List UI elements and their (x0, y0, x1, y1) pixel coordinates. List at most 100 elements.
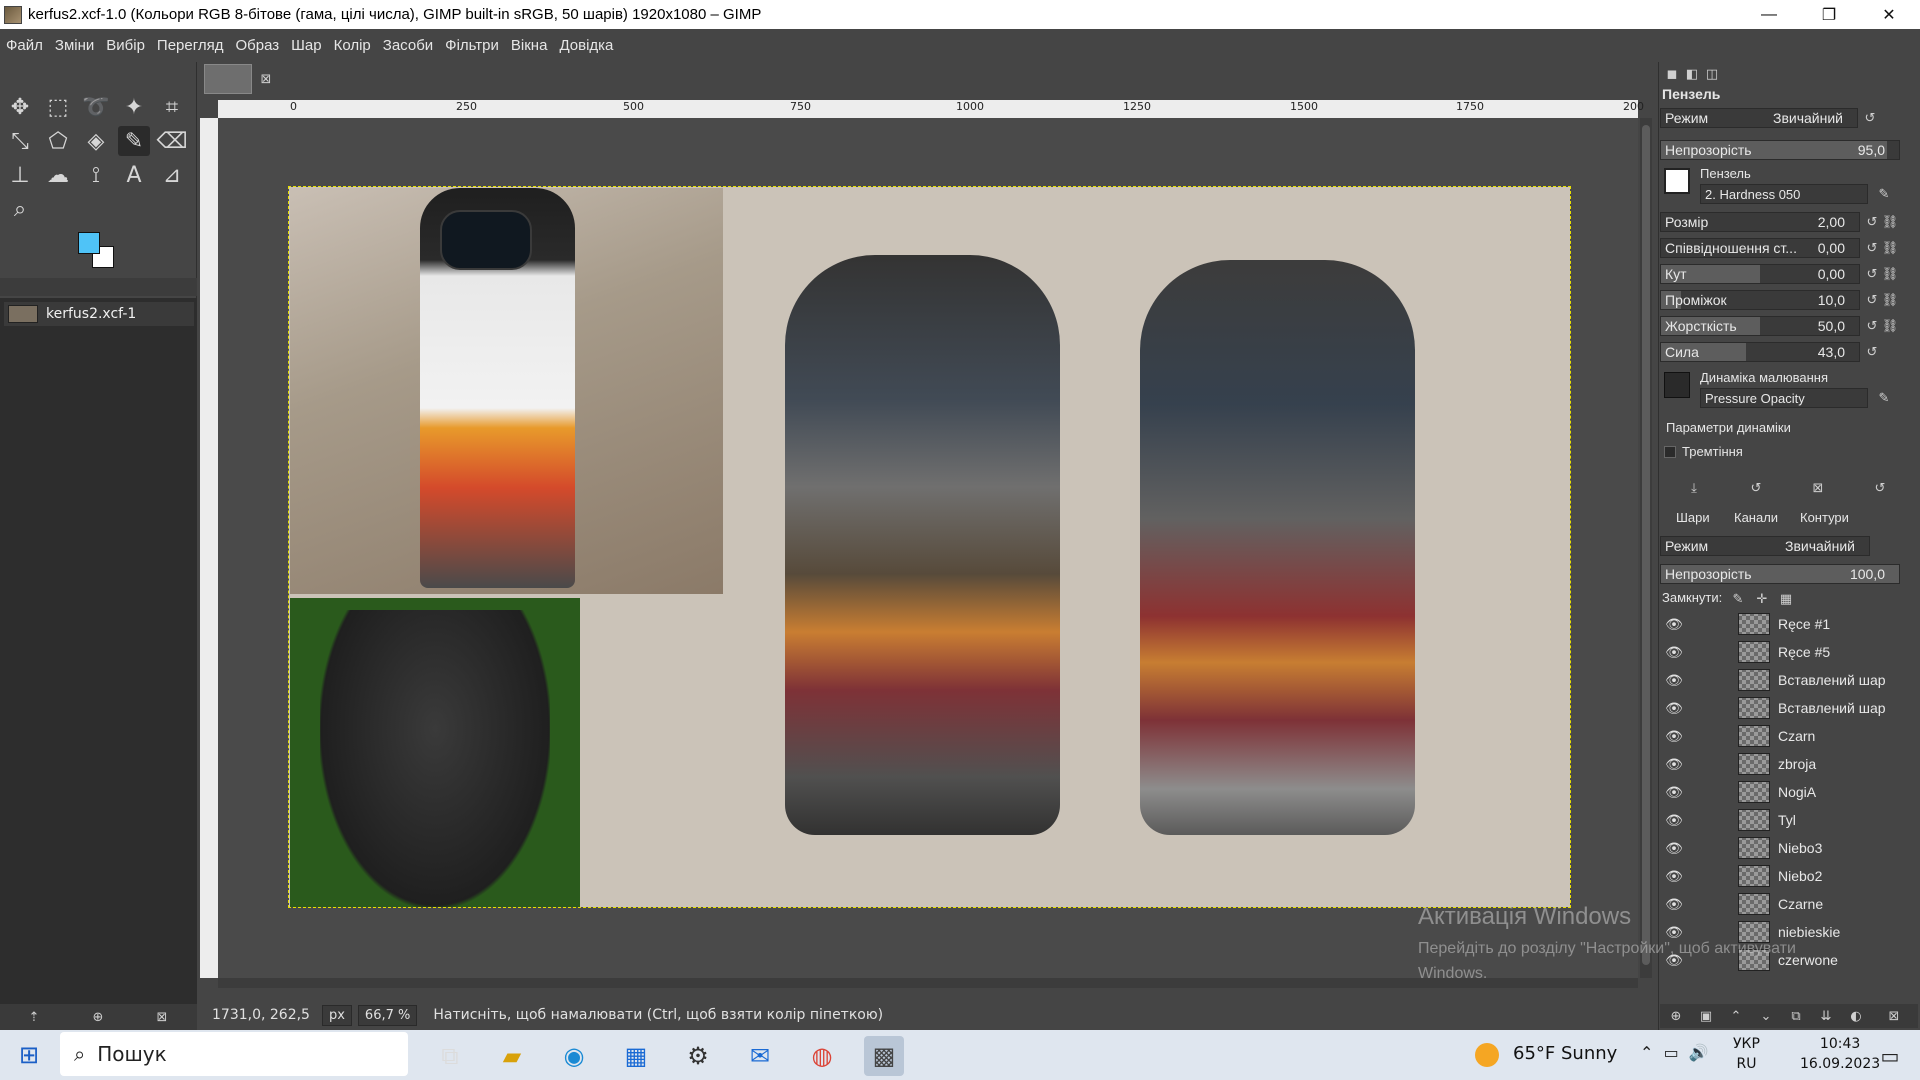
tool-options-tab-icon[interactable]: ◼ (1664, 66, 1680, 82)
minimize-button[interactable]: — (1740, 0, 1798, 29)
menu-view[interactable]: Перегляд (157, 37, 224, 54)
store-icon[interactable]: ▦ (616, 1036, 656, 1076)
layer-mode-select[interactable]: Режим Звичайний (1660, 536, 1870, 556)
menu-help[interactable]: Довідка (559, 37, 613, 54)
weather-text[interactable]: 65°F Sunny (1513, 1043, 1617, 1064)
paths-tool-icon[interactable]: ⟟ (80, 160, 112, 190)
bucket-fill-tool-icon[interactable]: ◈ (80, 126, 112, 156)
image-list-item[interactable]: kerfus2.xcf-1 (4, 302, 194, 326)
angle-slider[interactable]: Кут 0,00 (1660, 264, 1860, 284)
restore-options-icon[interactable]: ↺ (1748, 480, 1764, 496)
text-tool-icon[interactable]: A (118, 160, 150, 190)
reset-ratio-icon[interactable]: ↺ (1864, 240, 1880, 256)
horizontal-ruler[interactable]: 0 250 500 750 1000 1250 1500 1750 200 (218, 100, 1644, 118)
file-explorer-icon[interactable]: ▰ (492, 1036, 532, 1076)
dynamics-options-expander[interactable]: Параметри динаміки (1666, 420, 1791, 435)
eye-icon[interactable]: 👁 (1660, 644, 1688, 661)
eye-icon[interactable]: 👁 (1660, 840, 1688, 857)
delete-layer-icon[interactable]: ⊠ (1886, 1008, 1902, 1024)
link-hardness-icon[interactable]: ⛓ (1882, 318, 1899, 334)
zoom-select[interactable]: 66,7 % (357, 1004, 418, 1026)
clone-tool-icon[interactable]: ⊥ (4, 160, 36, 190)
reset-mode-icon[interactable]: ↺ (1862, 110, 1878, 126)
reset-hardness-icon[interactable]: ↺ (1864, 318, 1880, 334)
layer-row[interactable]: 👁 NogiA (1660, 778, 1900, 806)
reset-spacing-icon[interactable]: ↺ (1864, 292, 1880, 308)
lasso-tool-icon[interactable]: ➰ (80, 92, 112, 122)
unit-select[interactable]: px (321, 1004, 352, 1026)
dynamics-preview[interactable] (1664, 372, 1690, 398)
opacity-slider[interactable]: Непрозорість 95,0 (1660, 140, 1900, 160)
spacing-slider[interactable]: Проміжок 10,0 (1660, 290, 1860, 310)
images-panel-tabs[interactable] (0, 278, 197, 296)
link-spacing-icon[interactable]: ⛓ (1882, 292, 1899, 308)
tab-paths[interactable]: Контури (1800, 510, 1849, 525)
layer-row[interactable]: 👁 Ręce #1 (1660, 610, 1900, 638)
merge-layer-icon[interactable]: ⇊ (1818, 1008, 1834, 1024)
lock-alpha-icon[interactable]: ▦ (1778, 591, 1794, 607)
save-options-icon[interactable]: ⤓ (1686, 480, 1702, 496)
close-tab-icon[interactable]: ⊠ (258, 71, 274, 87)
layer-row[interactable]: 👁 Czarn (1660, 722, 1900, 750)
new-group-icon[interactable]: ▣ (1698, 1008, 1714, 1024)
duplicate-layer-icon[interactable]: ⧉ (1788, 1008, 1804, 1024)
eye-icon[interactable]: 👁 (1660, 812, 1688, 829)
eye-icon[interactable]: 👁 (1660, 756, 1688, 773)
transform-tool-icon[interactable]: ⬠ (42, 126, 74, 156)
menu-select[interactable]: Вибір (106, 37, 145, 54)
brush-name-field[interactable]: 2. Hardness 050 (1700, 184, 1868, 204)
layer-row[interactable]: 👁 Tyl (1660, 806, 1900, 834)
delete-icon[interactable]: ⊠ (154, 1009, 170, 1025)
menu-layer[interactable]: Шар (291, 37, 321, 54)
smudge-tool-icon[interactable]: ☁ (42, 160, 74, 190)
link-size-icon[interactable]: ⛓ (1882, 214, 1899, 230)
raise-view-icon[interactable]: ⇡ (26, 1009, 42, 1025)
paintbrush-tool-icon[interactable]: ✎ (118, 126, 150, 156)
edit-dynamics-icon[interactable]: ✎ (1876, 390, 1892, 406)
image-tab[interactable] (204, 64, 252, 94)
mask-layer-icon[interactable]: ◐ (1848, 1008, 1864, 1024)
mode-select[interactable]: Режим Звичайний (1660, 108, 1858, 128)
layer-row[interactable]: 👁 zbroja (1660, 750, 1900, 778)
tab-channels[interactable]: Канали (1734, 510, 1778, 525)
link-angle-icon[interactable]: ⛓ (1882, 266, 1899, 282)
reset-force-icon[interactable]: ↺ (1864, 344, 1880, 360)
gimp-taskbar-icon[interactable]: ▩ (864, 1036, 904, 1076)
size-slider[interactable]: Розмір 2,00 (1660, 212, 1860, 232)
menu-tools[interactable]: Засоби (383, 37, 433, 54)
layer-row[interactable]: 👁 Ręce #5 (1660, 638, 1900, 666)
menu-filters[interactable]: Фільтри (445, 37, 499, 54)
menu-windows[interactable]: Вікна (511, 37, 548, 54)
new-layer-icon[interactable]: ⊕ (1668, 1008, 1684, 1024)
notifications-icon[interactable]: ▭ (1870, 1036, 1910, 1076)
vertical-scroll-thumb[interactable] (1642, 125, 1650, 965)
menu-file[interactable]: Файл (6, 37, 43, 54)
language-indicator[interactable]: УКР RU (1733, 1034, 1760, 1074)
device-status-tab-icon[interactable]: ◧ (1684, 66, 1700, 82)
eye-icon[interactable]: 👁 (1660, 700, 1688, 717)
force-slider[interactable]: Сила 43,0 (1660, 342, 1860, 362)
lock-pixels-icon[interactable]: ✎ (1730, 591, 1746, 607)
rect-select-tool-icon[interactable]: ⬚ (42, 92, 74, 122)
link-ratio-icon[interactable]: ⛓ (1882, 240, 1899, 256)
raise-layer-icon[interactable]: ⌃ (1728, 1008, 1744, 1024)
mail-icon[interactable]: ✉ (740, 1036, 780, 1076)
new-display-icon[interactable]: ⊕ (90, 1009, 106, 1025)
hardness-slider[interactable]: Жорсткість 50,0 (1660, 316, 1860, 336)
lock-position-icon[interactable]: ✛ (1754, 591, 1770, 607)
dynamics-field[interactable]: Pressure Opacity (1700, 388, 1868, 408)
tab-layers[interactable]: Шари (1676, 510, 1710, 525)
close-button[interactable]: ✕ (1860, 0, 1918, 29)
settings-icon[interactable]: ⚙ (678, 1036, 718, 1076)
menu-colors[interactable]: Колір (334, 37, 371, 54)
fuzzy-select-tool-icon[interactable]: ✦ (118, 92, 150, 122)
taskbar-search[interactable]: ⌕ Пошук (60, 1032, 408, 1076)
eye-icon[interactable]: 👁 (1660, 728, 1688, 745)
crop-tool-icon[interactable]: ⌗ (156, 92, 188, 122)
move-tool-icon[interactable]: ✥ (4, 92, 36, 122)
layer-row[interactable]: 👁 Niebo3 (1660, 834, 1900, 862)
measure-tool-icon[interactable]: ⊿ (156, 160, 188, 190)
eye-icon[interactable]: 👁 (1660, 784, 1688, 801)
undo-history-tab-icon[interactable]: ◫ (1704, 66, 1720, 82)
reset-options-icon[interactable]: ↺ (1872, 480, 1888, 496)
